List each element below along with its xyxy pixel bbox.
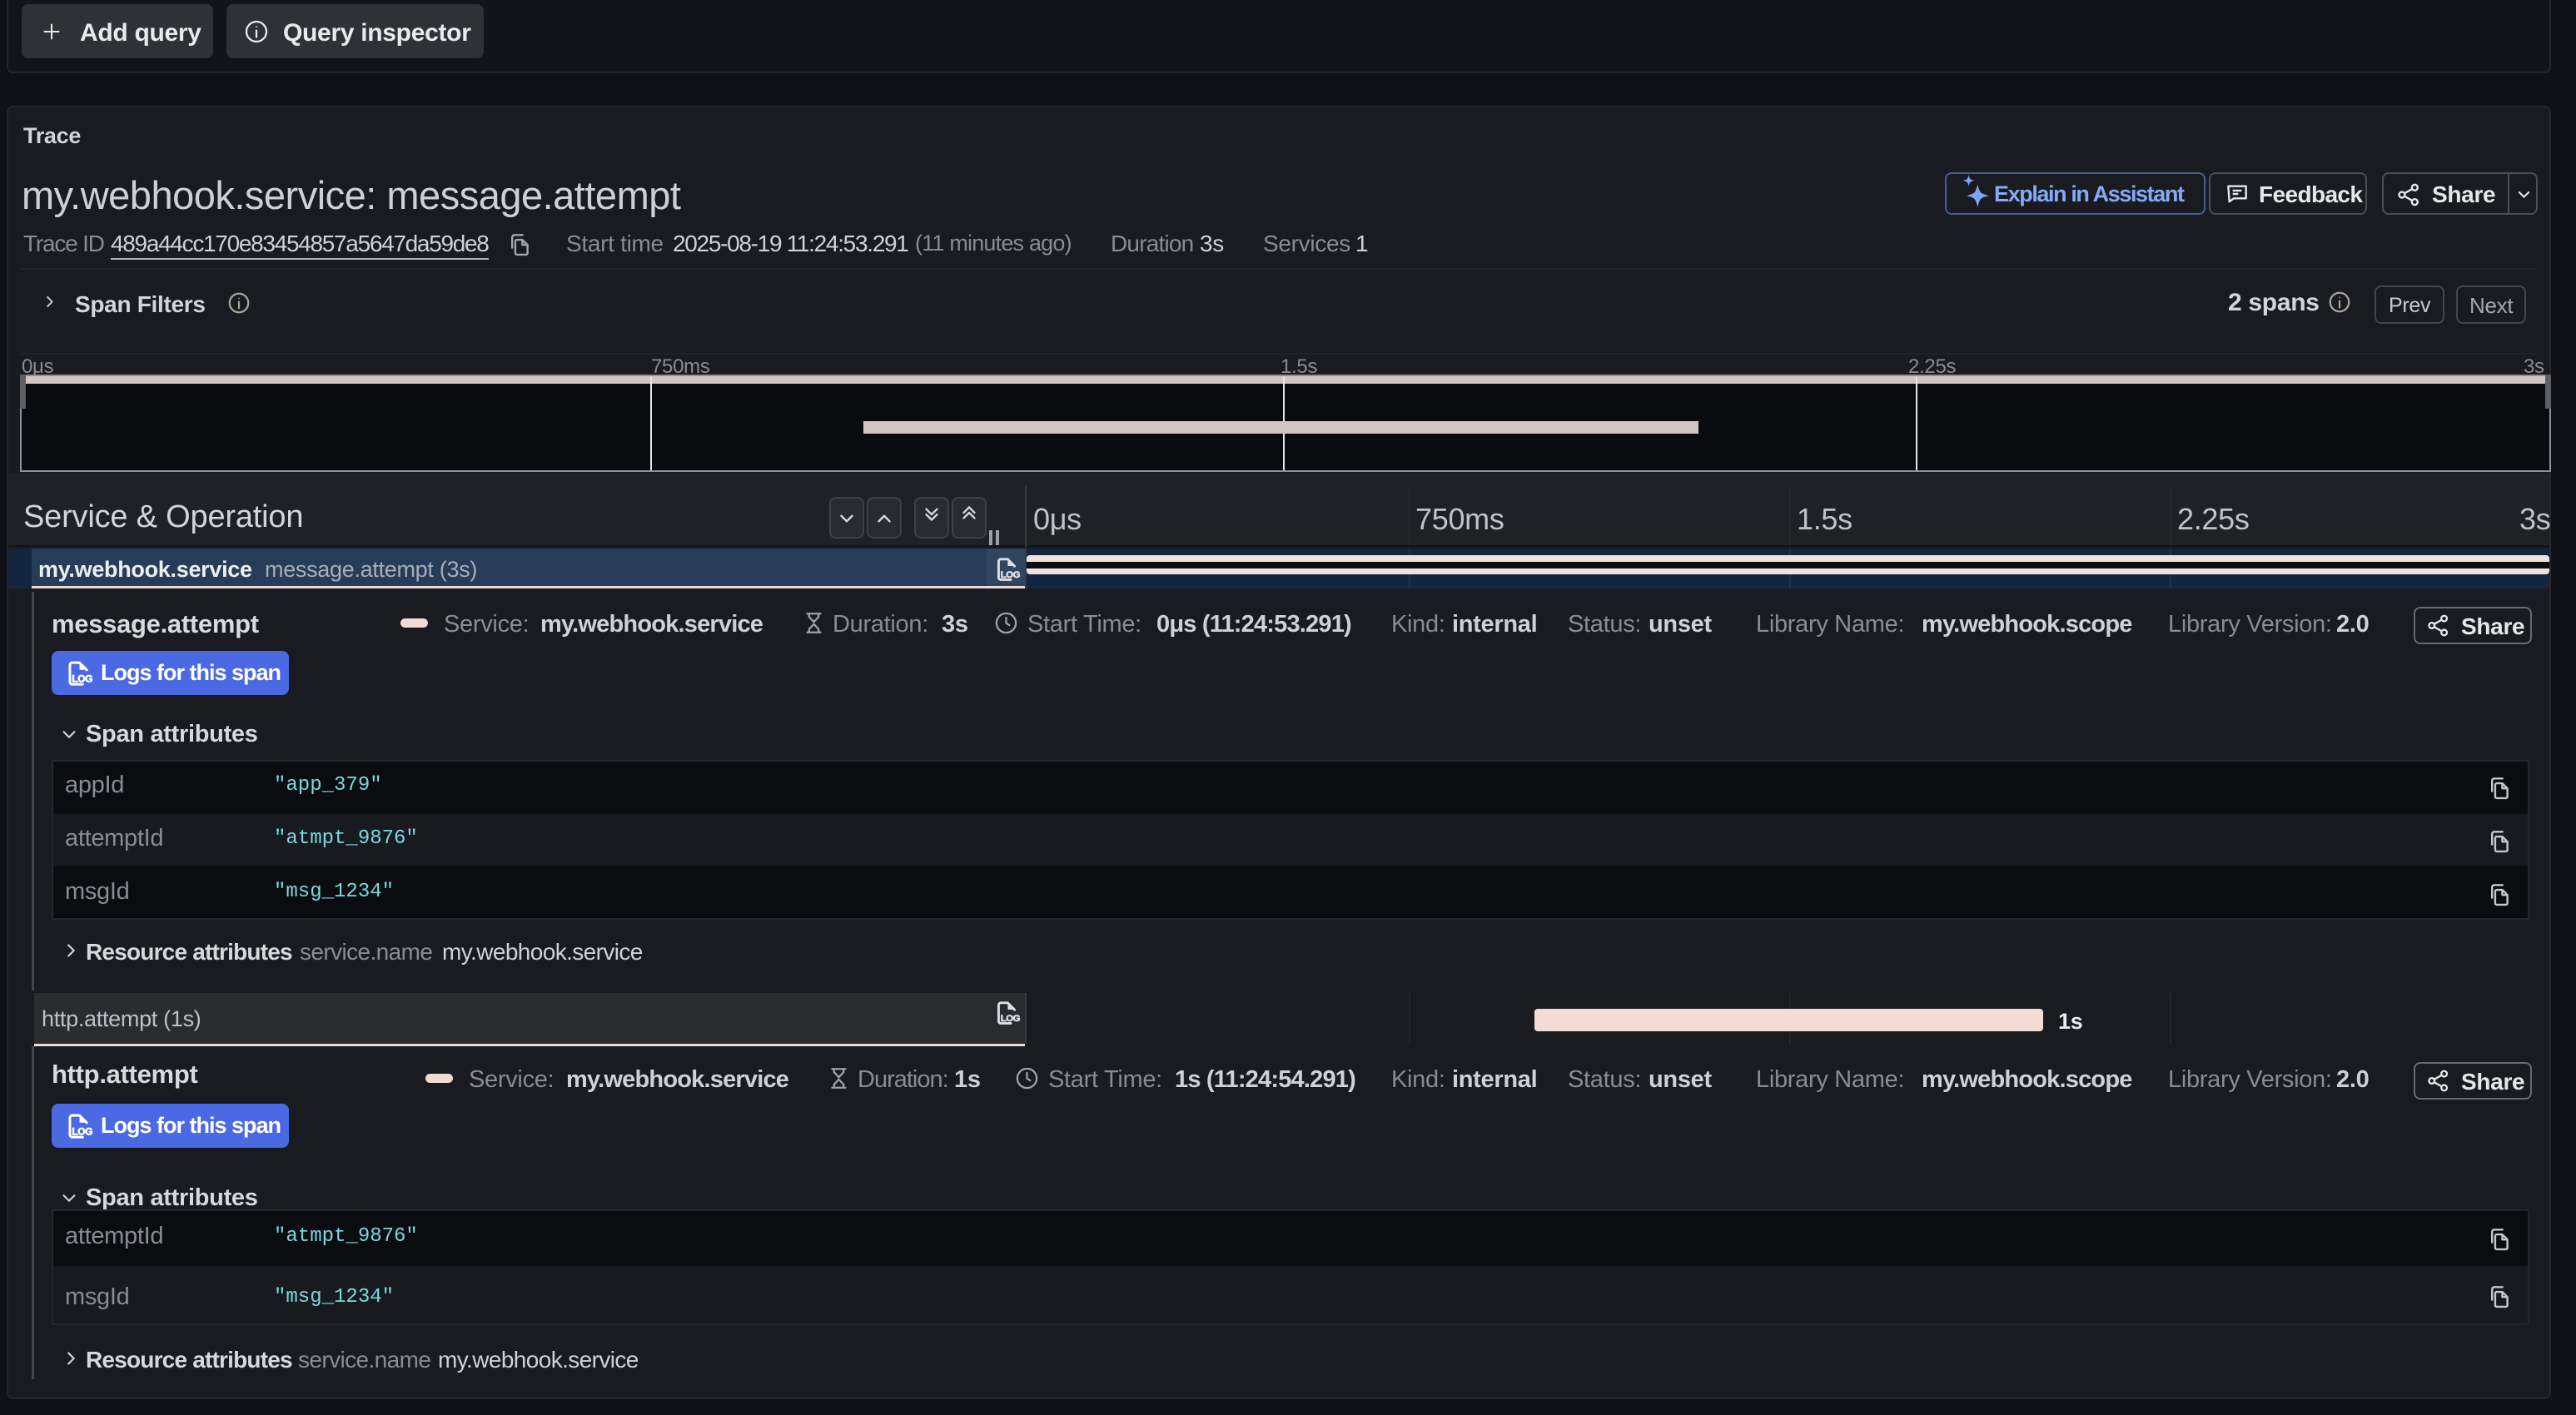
svg-text:LOG: LOG	[72, 1125, 92, 1137]
svg-text:LOG: LOG	[1001, 570, 1021, 580]
svg-text:LOG: LOG	[72, 673, 92, 684]
svg-text:LOG: LOG	[1001, 1014, 1021, 1024]
